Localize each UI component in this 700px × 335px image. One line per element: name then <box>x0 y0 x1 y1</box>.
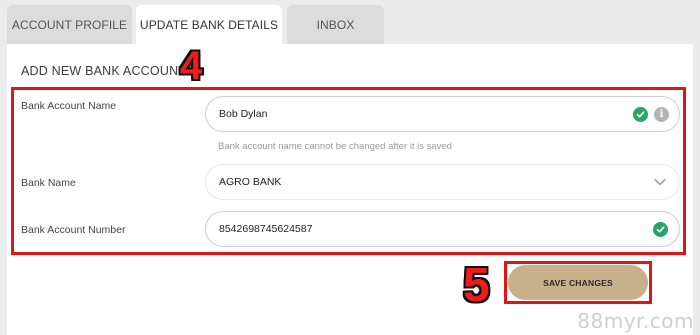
tab-inbox[interactable]: INBOX <box>287 5 384 44</box>
watermark: 88myr.com <box>577 309 694 333</box>
step-marker-5: 5 <box>463 259 490 312</box>
check-circle-icon <box>653 222 668 237</box>
bank-account-number-label: Bank Account Number <box>21 224 126 236</box>
tab-bar: ACCOUNT PROFILE UPDATE BANK DETAILS INBO… <box>0 0 700 44</box>
section-title: ADD NEW BANK ACCOUNT <box>21 64 187 78</box>
chevron-down-icon <box>654 178 666 186</box>
bank-account-name-input[interactable]: Bob Dylan <box>205 96 680 132</box>
bank-name-value: AGRO BANK <box>219 176 282 188</box>
bank-name-label: Bank Name <box>21 177 76 189</box>
bank-account-name-value: Bob Dylan <box>219 108 268 120</box>
bank-account-name-label: Bank Account Name <box>21 100 117 112</box>
bank-account-number-value: 8542698745624587 <box>219 223 313 235</box>
info-icon[interactable]: i <box>654 107 669 122</box>
check-circle-icon <box>633 107 648 122</box>
bank-name-select[interactable]: AGRO BANK <box>205 164 680 200</box>
tab-account-profile[interactable]: ACCOUNT PROFILE <box>7 5 132 44</box>
bank-account-name-hint: Bank account name cannot be changed afte… <box>218 141 452 152</box>
tab-update-bank-details[interactable]: UPDATE BANK DETAILS <box>136 5 282 44</box>
step-marker-4: 4 <box>180 44 203 88</box>
save-changes-button[interactable]: SAVE CHANGES <box>508 265 648 300</box>
bank-account-number-input[interactable]: 8542698745624587 <box>205 211 680 247</box>
